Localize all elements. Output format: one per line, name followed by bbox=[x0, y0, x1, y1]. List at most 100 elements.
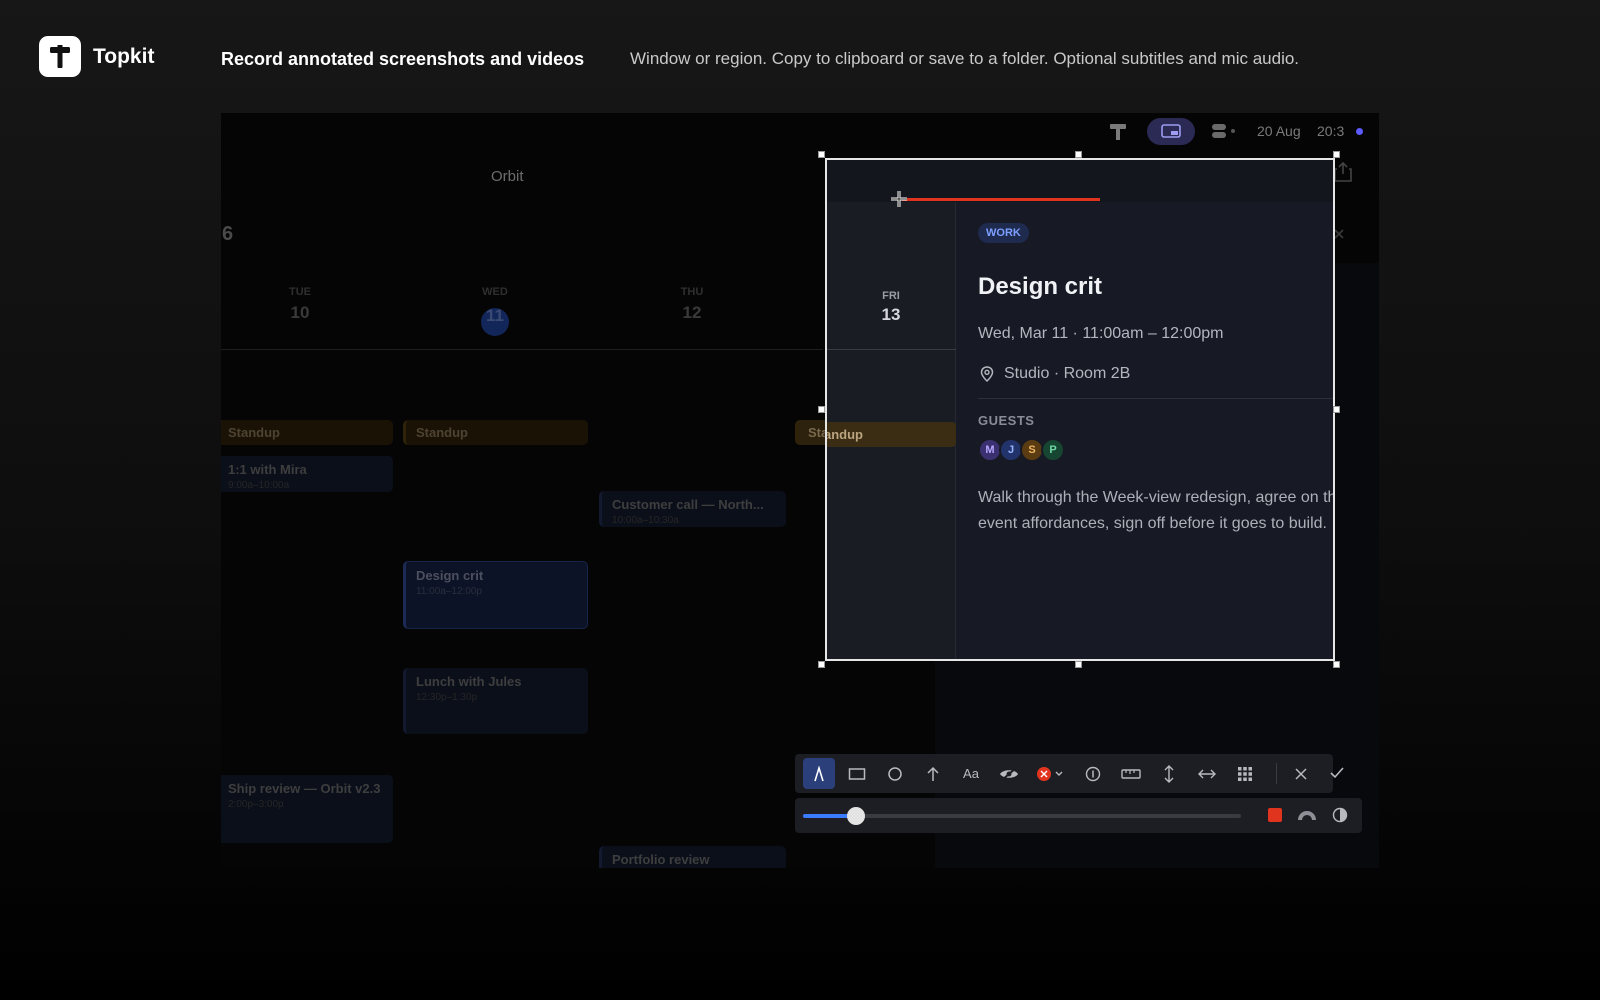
day-label-fri: FRI bbox=[882, 290, 900, 302]
event-title: Design crit bbox=[416, 568, 484, 583]
event-ship-review[interactable]: Ship review — Orbit v2.3 2:00p–3:00p bbox=[221, 775, 393, 843]
event-title: Customer call — North... bbox=[612, 497, 764, 512]
stroke-width-slider[interactable] bbox=[803, 807, 1241, 825]
event-lunch[interactable]: Lunch with Jules 12:30p–1:30p bbox=[403, 668, 588, 734]
event-time: 11:00a–12:00p bbox=[416, 586, 482, 597]
event-title: Ship review — Orbit v2.3 bbox=[228, 781, 381, 796]
event-time: 2:00p–3:00p bbox=[228, 799, 284, 810]
crosshair-cursor-icon bbox=[890, 190, 908, 213]
resize-handle-top[interactable] bbox=[1075, 151, 1082, 158]
event-detail-time: Wed, Mar 11 · 11:00am – 12:00pm bbox=[978, 325, 1224, 342]
event-standup-wed[interactable]: Standup bbox=[403, 420, 588, 445]
close-icon bbox=[1295, 767, 1307, 780]
arrow-up-icon bbox=[927, 766, 939, 781]
resize-handle-left[interactable] bbox=[818, 406, 825, 413]
guest-avatar[interactable]: P bbox=[1041, 438, 1065, 462]
resize-handle-bottom-right[interactable] bbox=[1333, 661, 1340, 668]
feature-headline: Record annotated screenshots and videos bbox=[221, 49, 585, 69]
stroke-settings-bar bbox=[795, 798, 1362, 833]
day-label-tue: TUE bbox=[289, 286, 311, 298]
menubar-time: 20:3 bbox=[1317, 123, 1345, 139]
contrast-icon[interactable] bbox=[1332, 807, 1348, 828]
event-time: 12:30p–1:30p bbox=[416, 692, 478, 703]
brand-name: Topkit bbox=[93, 45, 155, 68]
event-time: 9:00a–10:00a bbox=[228, 480, 290, 491]
eye-slash-icon bbox=[1000, 766, 1018, 781]
vertical-arrows-icon bbox=[1164, 764, 1174, 783]
blur-tool-button[interactable] bbox=[993, 758, 1025, 789]
text-tool-button[interactable]: Aa bbox=[955, 758, 987, 789]
ruler-tool-button[interactable] bbox=[1115, 758, 1147, 789]
share-icon[interactable] bbox=[1333, 161, 1353, 188]
grid-tool-button[interactable] bbox=[1229, 758, 1261, 789]
day-label-thu: THU bbox=[680, 286, 704, 298]
resize-handle-top-left[interactable] bbox=[818, 151, 825, 158]
stroke-width-thumb[interactable] bbox=[846, 807, 865, 825]
topkit-menubar-icon[interactable] bbox=[1109, 121, 1127, 146]
rectangle-icon bbox=[848, 767, 866, 780]
resize-handle-bottom[interactable] bbox=[1075, 661, 1082, 668]
event-standup-tue[interactable]: Standup bbox=[221, 420, 393, 445]
guests-label: GUESTS bbox=[978, 413, 1035, 428]
event-detail-panel: WORK Design crit Wed, Mar 11 · 11:00am –… bbox=[956, 202, 1335, 659]
event-title: Standup bbox=[416, 425, 468, 440]
horizontal-arrows-icon bbox=[1198, 769, 1216, 778]
location-pin-icon bbox=[980, 366, 994, 387]
menubar-date: 20 Aug bbox=[1257, 123, 1301, 139]
calendar-app-title: Orbit bbox=[491, 168, 524, 185]
resize-handle-bottom-left[interactable] bbox=[818, 661, 825, 668]
hammer-icon bbox=[50, 45, 70, 68]
detail-divider bbox=[978, 398, 1333, 399]
vertical-measure-tool-button[interactable] bbox=[1153, 758, 1185, 789]
topkit-logo bbox=[39, 36, 81, 77]
grid-icon bbox=[1238, 766, 1252, 781]
stroke-color-swatch[interactable] bbox=[1268, 808, 1282, 822]
event-time: 10:00a–10:30a bbox=[612, 515, 679, 526]
event-detail-description: Walk through the Week-view redesign, agr… bbox=[978, 489, 1335, 532]
calendar-header-fragment: 6 bbox=[222, 223, 234, 245]
capture-selection[interactable]: FRI 13 Standup WORK Design crit Wed, Mar… bbox=[825, 158, 1335, 661]
day-header-divider bbox=[221, 349, 823, 350]
pen-icon bbox=[814, 765, 824, 781]
resize-handle-right[interactable] bbox=[1333, 406, 1340, 413]
day-number-wed[interactable]: 11 bbox=[465, 306, 525, 326]
screen-record-menubar-icon[interactable] bbox=[1147, 118, 1195, 145]
event-detail-location: Studio · Room 2B bbox=[1004, 365, 1131, 382]
cancel-button[interactable] bbox=[1285, 758, 1317, 789]
event-detail-title: Design crit bbox=[978, 273, 1103, 300]
event-customer-call[interactable]: Customer call — North... 10:00a–10:30a bbox=[599, 491, 786, 527]
rectangle-tool-button[interactable] bbox=[841, 758, 873, 789]
color-picker-button[interactable] bbox=[1031, 758, 1071, 789]
circle-icon bbox=[888, 766, 902, 781]
event-mira[interactable]: 1:1 with Mira 9:00a–10:00a bbox=[221, 456, 393, 492]
horizontal-measure-tool-button[interactable] bbox=[1191, 758, 1223, 789]
event-title: Lunch with Jules bbox=[416, 674, 522, 689]
annotation-line[interactable] bbox=[902, 198, 1100, 201]
control-center-icon[interactable] bbox=[1211, 122, 1241, 145]
ruler-icon bbox=[1121, 768, 1141, 779]
event-title: Standup bbox=[228, 425, 280, 440]
event-category-badge: WORK bbox=[978, 223, 1029, 243]
event-title: Standup bbox=[827, 427, 863, 442]
toolbar-divider bbox=[1276, 763, 1277, 784]
day-number-thu[interactable]: 12 bbox=[662, 303, 722, 323]
day-number-tue[interactable]: 10 bbox=[270, 303, 330, 323]
recording-indicator bbox=[1356, 128, 1363, 135]
circle-tool-button[interactable] bbox=[879, 758, 911, 789]
event-portfolio-review[interactable]: Portfolio review bbox=[599, 846, 786, 868]
event-design-crit[interactable]: Design crit 11:00a–12:00p bbox=[403, 561, 588, 629]
color-dropdown-icon bbox=[1037, 766, 1063, 781]
feature-description: Window or region. Copy to clipboard or s… bbox=[630, 49, 1300, 68]
counter-tool-button[interactable] bbox=[1077, 758, 1109, 789]
event-standup-fri-preview[interactable]: Standup bbox=[827, 422, 956, 447]
stroke-style-icon[interactable] bbox=[1296, 808, 1318, 827]
day-number-fri[interactable]: 13 bbox=[877, 305, 905, 325]
event-title: 1:1 with Mira bbox=[228, 462, 307, 477]
annotation-toolbar: Aa bbox=[795, 754, 1333, 793]
pen-tool-button[interactable] bbox=[803, 758, 835, 789]
text-tool-label: Aa bbox=[963, 766, 979, 781]
confirm-icon[interactable] bbox=[1330, 766, 1344, 784]
resize-handle-top-right[interactable] bbox=[1333, 151, 1340, 158]
day-header-divider-fri bbox=[827, 349, 956, 350]
arrow-tool-button[interactable] bbox=[917, 758, 949, 789]
